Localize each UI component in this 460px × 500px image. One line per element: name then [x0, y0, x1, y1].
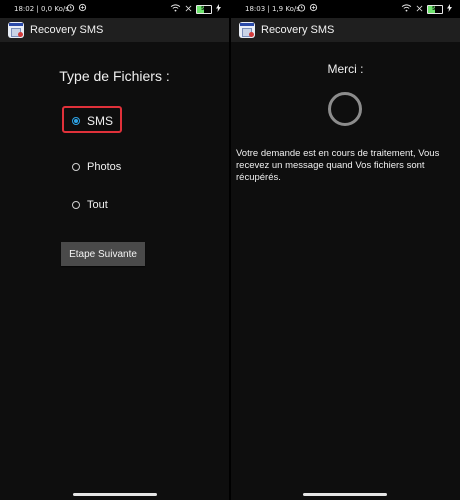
recovery-sms-app-icon — [8, 22, 24, 38]
status-icons: 50 — [170, 4, 221, 14]
alarm-icon — [297, 3, 306, 14]
file-type-heading: Type de Fichiers : — [59, 68, 170, 84]
notification-icon — [78, 3, 87, 14]
battery-icon: 50 — [427, 4, 443, 14]
app-title: Recovery SMS — [261, 24, 335, 36]
notification-icon — [309, 3, 318, 14]
radio-unchecked-icon[interactable] — [72, 201, 80, 209]
status-icons: 50 — [401, 4, 452, 14]
charging-icon — [216, 4, 221, 14]
radio-label-sms: SMS — [87, 114, 114, 128]
radio-option-photos[interactable]: Photos — [72, 161, 121, 173]
app-title: Recovery SMS — [30, 24, 104, 36]
left-phone-screen: 18:02 | 0,0 Ko/s 50 Recovery SMS Type de… — [0, 0, 229, 500]
processing-message: Votre demande est en cours de traitement… — [236, 148, 440, 183]
wifi-icon — [170, 4, 181, 14]
x-icon — [416, 5, 423, 14]
right-phone-screen: 18:03 | 1,9 Ko/s 50 Recovery SMS Merci:… — [231, 0, 460, 500]
wifi-icon — [401, 4, 412, 14]
gesture-nav-handle[interactable] — [73, 493, 157, 496]
radio-label-tout: Tout — [87, 199, 108, 211]
battery-icon: 50 — [196, 4, 212, 14]
radio-checked-icon[interactable] — [72, 117, 80, 125]
gesture-nav-handle[interactable] — [303, 493, 387, 496]
recovery-sms-app-icon — [239, 22, 255, 38]
radio-option-sms[interactable]: SMS — [72, 114, 113, 128]
x-icon — [185, 5, 192, 14]
radio-unchecked-icon[interactable] — [72, 163, 80, 171]
status-bar: 18:03 | 1,9 Ko/s 50 — [231, 0, 460, 18]
radio-option-tout[interactable]: Tout — [72, 199, 108, 211]
radio-label-photos: Photos — [87, 161, 122, 173]
app-bar: Recovery SMS — [231, 18, 460, 42]
loading-spinner-icon — [328, 92, 362, 126]
charging-icon — [447, 4, 452, 14]
status-bar: 18:02 | 0,0 Ko/s 50 — [0, 0, 229, 18]
next-step-button[interactable]: Etape Suivante — [61, 242, 145, 266]
app-bar: Recovery SMS — [0, 18, 229, 42]
thanks-heading: Merci : — [327, 62, 364, 76]
status-time: 18:02 | 0,0 Ko/s — [14, 5, 69, 13]
alarm-icon — [66, 3, 75, 14]
status-time: 18:03 | 1,9 Ko/s — [245, 5, 300, 13]
